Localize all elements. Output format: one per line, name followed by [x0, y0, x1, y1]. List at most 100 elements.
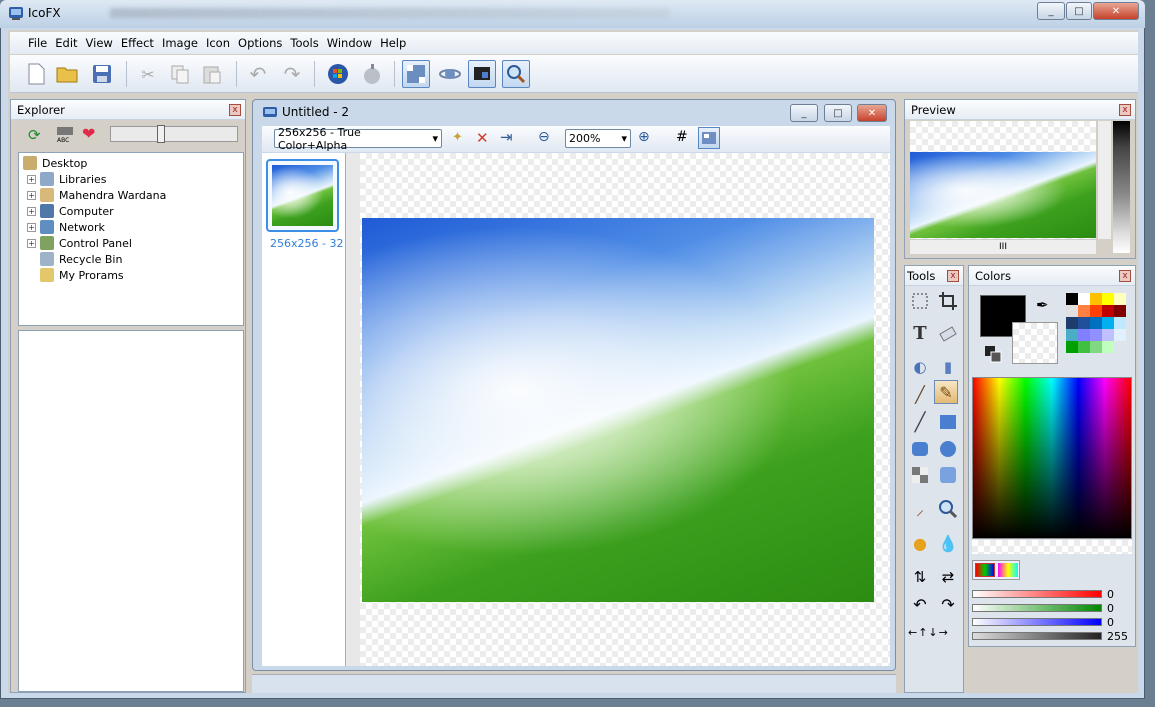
zoom-in-icon[interactable]: ⊕: [638, 129, 650, 145]
expand-icon[interactable]: +: [27, 238, 36, 248]
tree-item-control-panel[interactable]: + Control Panel: [23, 235, 239, 251]
palette-swatch[interactable]: [1066, 341, 1078, 353]
red-slider[interactable]: [972, 590, 1102, 598]
expand-icon[interactable]: +: [27, 190, 36, 200]
shift-arrows-icon[interactable]: ←↑↓→: [908, 626, 949, 639]
menu-edit[interactable]: Edit: [51, 36, 81, 50]
rotate-left-icon[interactable]: ↶: [908, 592, 932, 616]
satellite-icon[interactable]: [436, 60, 464, 88]
slider-thumb[interactable]: [157, 125, 165, 143]
windows-icon[interactable]: [324, 60, 352, 88]
export-image-icon[interactable]: ⇥: [500, 128, 513, 146]
menu-view[interactable]: View: [82, 36, 117, 50]
palette-swatch[interactable]: [1078, 293, 1090, 305]
color-picker-icon[interactable]: ✒: [1036, 296, 1049, 314]
expand-icon[interactable]: +: [27, 222, 36, 232]
minimize-button[interactable]: _: [1037, 2, 1065, 20]
blue-slider[interactable]: [972, 618, 1102, 626]
open-icon[interactable]: [54, 60, 82, 88]
screen-capture-icon[interactable]: [468, 60, 496, 88]
light-bulb-icon[interactable]: ●: [908, 531, 932, 555]
colors-close-button[interactable]: x: [1119, 269, 1131, 282]
pencil-icon[interactable]: ✎: [934, 380, 958, 404]
expand-icon[interactable]: +: [27, 174, 36, 184]
eyedropper-icon[interactable]: ⸝: [908, 497, 932, 521]
tree-item-desktop[interactable]: Desktop: [23, 155, 239, 171]
zoom-icon[interactable]: [502, 60, 530, 88]
alpha-value[interactable]: 255: [1107, 630, 1128, 643]
palette-swatch[interactable]: [1102, 329, 1114, 341]
blue-value[interactable]: 0: [1107, 616, 1114, 629]
palette-swatch[interactable]: [1114, 305, 1126, 317]
menu-effect[interactable]: Effect: [117, 36, 158, 50]
brush-icon[interactable]: ╱: [908, 382, 932, 406]
fill-bucket-icon[interactable]: ◐: [908, 355, 932, 379]
undo-icon[interactable]: ↶: [244, 60, 272, 88]
zoom-out-icon[interactable]: ⊖: [538, 129, 550, 145]
tree-item-my-programs[interactable]: My Prorams: [23, 267, 239, 283]
menu-window[interactable]: Window: [323, 36, 376, 50]
menu-image[interactable]: Image: [158, 36, 202, 50]
apple-icon[interactable]: [358, 60, 386, 88]
palette-swatch[interactable]: [1090, 341, 1102, 353]
alpha-slider[interactable]: [972, 632, 1102, 640]
water-drop-icon[interactable]: 💧: [936, 531, 960, 555]
doc-maximize-button[interactable]: □: [824, 104, 852, 122]
menu-icon[interactable]: Icon: [202, 36, 234, 50]
paste-icon[interactable]: [198, 60, 226, 88]
checker-brush-icon[interactable]: [908, 463, 932, 487]
expand-icon[interactable]: +: [27, 206, 36, 216]
doc-close-button[interactable]: ✕: [857, 104, 887, 122]
preview-close-button[interactable]: x: [1119, 103, 1131, 116]
explorer-file-list[interactable]: [18, 330, 244, 692]
explorer-close-button[interactable]: x: [229, 103, 241, 116]
magnifier-icon[interactable]: [936, 497, 960, 521]
rectangle-icon[interactable]: [936, 410, 960, 434]
color-palette[interactable]: [1066, 293, 1128, 367]
format-select[interactable]: 256x256 - True Color+Alpha ▾: [274, 126, 442, 152]
palette-swatch[interactable]: [1090, 305, 1102, 317]
flip-vertical-icon[interactable]: ⇅: [908, 565, 932, 589]
cut-icon[interactable]: ✂: [134, 60, 162, 88]
preview-background-strip[interactable]: [1113, 121, 1130, 253]
rgb-mode-icon[interactable]: [975, 563, 995, 577]
eraser-icon[interactable]: [936, 321, 960, 345]
new-icon[interactable]: [22, 60, 50, 88]
menu-tools[interactable]: Tools: [286, 36, 322, 50]
palette-swatch[interactable]: [1066, 329, 1078, 341]
menu-file[interactable]: File: [24, 36, 51, 50]
palette-swatch[interactable]: [1066, 293, 1078, 305]
palette-swatch[interactable]: [1078, 305, 1090, 317]
palette-swatch[interactable]: [1114, 317, 1126, 329]
copy-icon[interactable]: [166, 60, 194, 88]
tree-item-recycle-bin[interactable]: Recycle Bin: [23, 251, 239, 267]
ellipse-icon[interactable]: [936, 437, 960, 461]
close-button[interactable]: ✕: [1093, 2, 1139, 20]
marquee-select-icon[interactable]: [908, 289, 932, 313]
green-slider[interactable]: [972, 604, 1102, 612]
menu-options[interactable]: Options: [234, 36, 286, 50]
green-value[interactable]: 0: [1107, 602, 1114, 615]
palette-swatch[interactable]: [1078, 341, 1090, 353]
preview-vscrollbar[interactable]: [1097, 121, 1111, 239]
crop-icon[interactable]: [936, 289, 960, 313]
tree-item-network[interactable]: + Network: [23, 219, 239, 235]
maximize-button[interactable]: □: [1066, 2, 1092, 20]
palette-swatch[interactable]: [1090, 329, 1102, 341]
palette-swatch[interactable]: [1066, 305, 1078, 317]
palette-swatch[interactable]: [1114, 329, 1126, 341]
palette-swatch[interactable]: [1078, 317, 1090, 329]
image-thumbnail[interactable]: [266, 159, 339, 232]
preview-hscrollbar[interactable]: III: [910, 239, 1096, 254]
palette-swatch[interactable]: [1102, 341, 1114, 353]
palette-swatch[interactable]: [1066, 317, 1078, 329]
thumbnail-view-icon[interactable]: [698, 127, 720, 149]
rotate-right-icon[interactable]: ↷: [936, 592, 960, 616]
favorites-icon[interactable]: ❤: [82, 124, 95, 143]
gradient-icon[interactable]: [936, 463, 960, 487]
color-mode-tabs[interactable]: [972, 560, 1020, 580]
palette-swatch[interactable]: [1102, 317, 1114, 329]
refresh-icon[interactable]: ⟳: [28, 126, 46, 144]
menu-help[interactable]: Help: [376, 36, 410, 50]
swap-colors-icon[interactable]: [984, 345, 1002, 366]
